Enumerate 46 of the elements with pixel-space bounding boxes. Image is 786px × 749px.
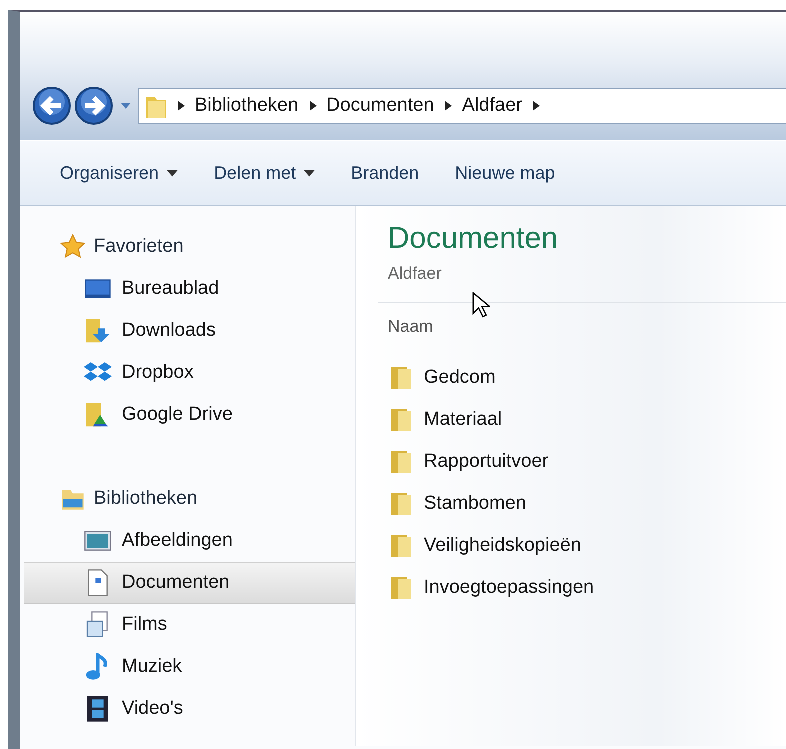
nav-item[interactable]: Google Drive: [24, 394, 355, 436]
folder-icon: [390, 491, 412, 517]
star-icon: [60, 234, 86, 260]
forward-button[interactable]: [74, 86, 114, 126]
breadcrumb-item[interactable]: Bibliotheken: [195, 95, 299, 117]
nav-group-header[interactable]: Favorieten: [20, 226, 355, 268]
folder-item[interactable]: Veiligheidskopieën: [388, 525, 786, 567]
chevron-icon[interactable]: [532, 101, 540, 111]
folder-icon: [390, 365, 412, 391]
folder-item[interactable]: Materiaal: [388, 399, 786, 441]
folder-icon: [390, 407, 412, 433]
folder-item[interactable]: Gedcom: [388, 357, 786, 399]
toolbar-button[interactable]: Delen met: [194, 156, 332, 190]
nav-item[interactable]: Muziek: [24, 646, 355, 688]
nav-item[interactable]: Video's: [24, 688, 355, 730]
nav-item[interactable]: Documenten: [24, 562, 355, 604]
folder-item[interactable]: Rapportuitvoer: [388, 441, 786, 483]
breadcrumb-item[interactable]: Documenten: [326, 95, 434, 117]
folder-item[interactable]: Invoegtoepassingen: [388, 567, 786, 609]
library-subtitle: Aldfaer: [388, 264, 443, 284]
library-title: Documenten: [388, 221, 560, 257]
column-header[interactable]: Naam: [388, 317, 434, 337]
nav-item[interactable]: Dropbox: [24, 352, 355, 394]
toolbar-button[interactable]: Nieuwe map: [435, 156, 572, 190]
nav-item[interactable]: Afbeeldingen: [24, 520, 355, 562]
folder-item[interactable]: Stambomen: [388, 483, 786, 525]
folder-icon: [390, 575, 412, 601]
caret-icon: [304, 170, 316, 176]
folder-icon: [390, 533, 412, 559]
chevron-icon[interactable]: [308, 101, 317, 111]
toolbar-button[interactable]: Organiseren: [40, 156, 194, 190]
breadcrumb-item[interactable]: Aldfaer: [462, 95, 522, 117]
nav-item[interactable]: Bureaublad: [24, 268, 355, 310]
caret-icon: [167, 170, 178, 176]
nav-group-header[interactable]: Bibliotheken: [20, 478, 355, 520]
history-dropdown-icon[interactable]: [120, 102, 132, 110]
mouse-cursor-icon: [472, 292, 490, 318]
back-button[interactable]: [32, 86, 72, 126]
nav-item[interactable]: Films: [24, 604, 355, 646]
chevron-icon[interactable]: [444, 101, 452, 111]
address-bar[interactable]: Bibliotheken Documenten Aldfaer: [138, 88, 786, 124]
nav-item[interactable]: Downloads: [24, 310, 355, 352]
chevron-icon[interactable]: [177, 101, 185, 111]
download-folder-icon: [84, 317, 112, 345]
toolbar-button[interactable]: Branden: [331, 156, 436, 190]
folder-icon: [390, 449, 412, 475]
